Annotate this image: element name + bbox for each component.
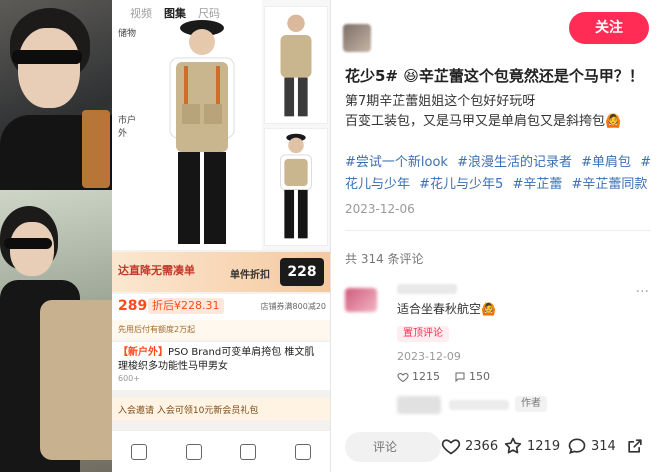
divider xyxy=(345,230,651,231)
service-icon[interactable] xyxy=(185,443,202,460)
side-category-item[interactable] xyxy=(116,90,146,104)
comment-text: 适合坐春秋航空🙆 xyxy=(397,302,496,316)
member-invite-row[interactable]: 入会邀请 入会可领10元新会员礼包 xyxy=(112,398,330,420)
store-page: 视频 图集 尺码 储物 市户外 ↗ 63 xyxy=(112,0,330,472)
reply-name[interactable] xyxy=(449,400,509,410)
screen-root: 视频 图集 尺码 储物 市户外 ↗ 63 xyxy=(0,0,660,472)
promo-banner[interactable]: 达直降无需凑单 单件折扣 228 xyxy=(112,252,330,292)
photo-collage: 视频 图集 尺码 储物 市户外 ↗ 63 xyxy=(0,0,330,472)
bottom-action-bar: 2366 1219 314 xyxy=(331,424,660,472)
note-body-line: 第7期辛芷蕾姐姐这个包好好玩呀 xyxy=(345,94,536,109)
side-category-item[interactable] xyxy=(116,48,146,62)
promo-price-badge: 228 xyxy=(280,258,324,286)
bag-strap-shape xyxy=(82,110,110,188)
coupon-text[interactable]: 店铺券满800减20 xyxy=(261,301,326,312)
original-price: 289 xyxy=(118,298,148,314)
product-title: 【新户外】PSO Brand可变单肩挎包 椎文肌理梭织多功能性马甲男女 xyxy=(112,342,330,390)
hashtag-link[interactable]: #花儿与少年5 xyxy=(419,177,503,192)
comment-like-button[interactable]: 1215 xyxy=(397,370,440,383)
pinned-comment-badge: 置顶评论 xyxy=(397,326,449,342)
promo-text: 达直降无需凑单 xyxy=(118,264,195,277)
comment-reply-count: 150 xyxy=(469,370,490,383)
heart-icon xyxy=(441,439,461,455)
commenter-avatar[interactable] xyxy=(345,288,377,312)
promo-subtext: 单件折扣 xyxy=(230,270,270,281)
hashtag-link[interactable]: #单肩包 xyxy=(581,155,631,170)
comment-item: ··· 适合坐春秋航空🙆 置顶评论 2023-12-09 1215 150 xyxy=(345,284,657,394)
side-category-item[interactable]: 市户外 xyxy=(116,111,146,141)
chat-bubble-icon xyxy=(455,372,465,382)
note-date: 2023-12-06 xyxy=(345,202,415,216)
face-shape xyxy=(18,28,80,108)
thumbnail-2[interactable] xyxy=(264,128,328,246)
comment-reply-button[interactable]: 150 xyxy=(454,370,490,383)
face-shape xyxy=(10,222,54,276)
sold-count: 600+ xyxy=(118,374,140,383)
hashtag-list: #尝试一个新look #浪漫生活的记录者 #单肩包 #花儿与少年 #花儿与少年5… xyxy=(345,152,657,196)
comment-input[interactable] xyxy=(345,432,441,462)
heart-icon xyxy=(397,372,409,382)
note-panel: 关注 花少5# 😆辛芷蕾这个包竟然还是个马甲？！ 第7期辛芷蕾姐姐这个包好好玩呀… xyxy=(330,0,660,472)
share-button[interactable] xyxy=(625,436,645,456)
thumbnail-1[interactable] xyxy=(264,6,328,124)
commenter-name[interactable] xyxy=(397,284,457,294)
favorite-icon[interactable] xyxy=(294,443,311,460)
note-body-line: 百变工装包，又是马甲又是单肩包又是斜挎包🙆 xyxy=(345,114,622,129)
share-icon xyxy=(628,439,642,453)
comment-actions: 1215 150 xyxy=(397,370,490,383)
star-icon xyxy=(504,437,522,454)
discount-price-tag: 折后¥228.31 xyxy=(148,298,224,314)
comment-count: 共 314 条评论 xyxy=(345,252,424,266)
hashtag-link[interactable]: #浪漫生活的记录者 xyxy=(457,155,572,170)
tab-video[interactable]: 视频 xyxy=(130,5,152,21)
chat-bubble-icon xyxy=(568,438,586,454)
comment-total-count: 314 xyxy=(591,438,616,454)
sunglasses-shape xyxy=(4,238,52,249)
price-row: 289 折后¥228.31 店铺券满800减20 xyxy=(112,294,330,320)
vip-text: 先用后付有额度2万起 xyxy=(118,325,196,334)
sunglasses-shape xyxy=(12,50,82,64)
like-button[interactable]: 2366 xyxy=(441,436,498,456)
author-avatar[interactable] xyxy=(343,24,371,52)
side-category-list: 储物 市户外 xyxy=(116,24,146,141)
comment-like-count: 1215 xyxy=(412,370,440,383)
like-count: 2366 xyxy=(465,438,499,454)
model-image[interactable] xyxy=(152,18,252,248)
store-icon[interactable] xyxy=(131,443,148,460)
hashtag-link[interactable]: #尝试一个新look xyxy=(345,155,448,170)
side-category-item[interactable] xyxy=(116,69,146,83)
cart-icon[interactable] xyxy=(240,443,257,460)
product-gallery: 视频 图集 尺码 储物 市户外 ↗ 63 xyxy=(112,0,330,250)
side-category-item[interactable]: 储物 xyxy=(116,24,146,41)
hashtag-link[interactable]: #辛芷蕾 xyxy=(512,177,562,192)
thumbnail-column xyxy=(262,0,330,250)
hashtag-link[interactable]: #辛芷蕾同款 xyxy=(572,177,648,192)
store-bottom-bar xyxy=(112,430,330,472)
invite-text: 入会邀请 入会可领10元新会员礼包 xyxy=(118,406,259,416)
note-header: 关注 xyxy=(331,0,660,60)
comment-date: 2023-12-09 xyxy=(397,350,461,363)
vip-row[interactable]: 先用后付有额度2万起 xyxy=(112,320,330,340)
more-icon[interactable]: ··· xyxy=(636,284,649,300)
product-tag: 【新户外】 xyxy=(118,347,168,358)
comment-button[interactable]: 314 xyxy=(567,436,616,456)
follow-button[interactable]: 关注 xyxy=(569,12,649,44)
reply-avatar[interactable] xyxy=(397,396,441,414)
note-body: 第7期辛芷蕾姐姐这个包好好玩呀 百变工装包，又是马甲又是单肩包又是斜挎包🙆 xyxy=(345,92,653,132)
note-title: 花少5# 😆辛芷蕾这个包竟然还是个马甲？！ xyxy=(345,67,644,85)
collect-count: 1219 xyxy=(527,438,561,454)
author-badge: 作者 xyxy=(515,396,547,412)
reply-item: 作者 xyxy=(397,396,647,416)
collect-button[interactable]: 1219 xyxy=(503,436,560,456)
